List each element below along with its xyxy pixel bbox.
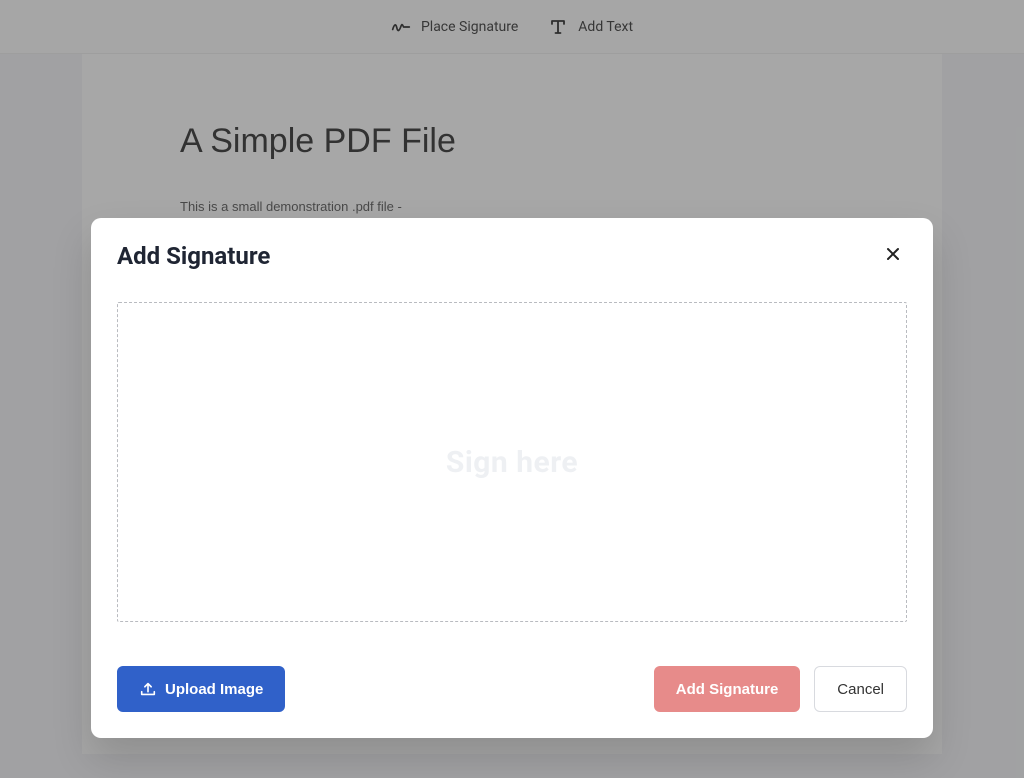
modal-title: Add Signature xyxy=(117,242,270,270)
signature-canvas[interactable]: Sign here xyxy=(117,302,907,622)
modal-overlay[interactable]: Add Signature Sign here xyxy=(0,0,1024,778)
upload-image-label: Upload Image xyxy=(165,681,263,698)
add-signature-button[interactable]: Add Signature xyxy=(654,666,801,712)
add-signature-label: Add Signature xyxy=(676,681,779,698)
cancel-button[interactable]: Cancel xyxy=(814,666,907,712)
close-icon xyxy=(885,245,901,268)
signature-placeholder: Sign here xyxy=(446,445,578,480)
add-signature-modal: Add Signature Sign here xyxy=(91,218,933,738)
upload-icon xyxy=(139,680,157,698)
modal-header: Add Signature xyxy=(117,242,907,270)
upload-image-button[interactable]: Upload Image xyxy=(117,666,285,712)
cancel-label: Cancel xyxy=(837,681,884,698)
modal-footer-right: Add Signature Cancel xyxy=(654,666,907,712)
close-button[interactable] xyxy=(879,242,907,270)
modal-footer: Upload Image Add Signature Cancel xyxy=(117,666,907,712)
